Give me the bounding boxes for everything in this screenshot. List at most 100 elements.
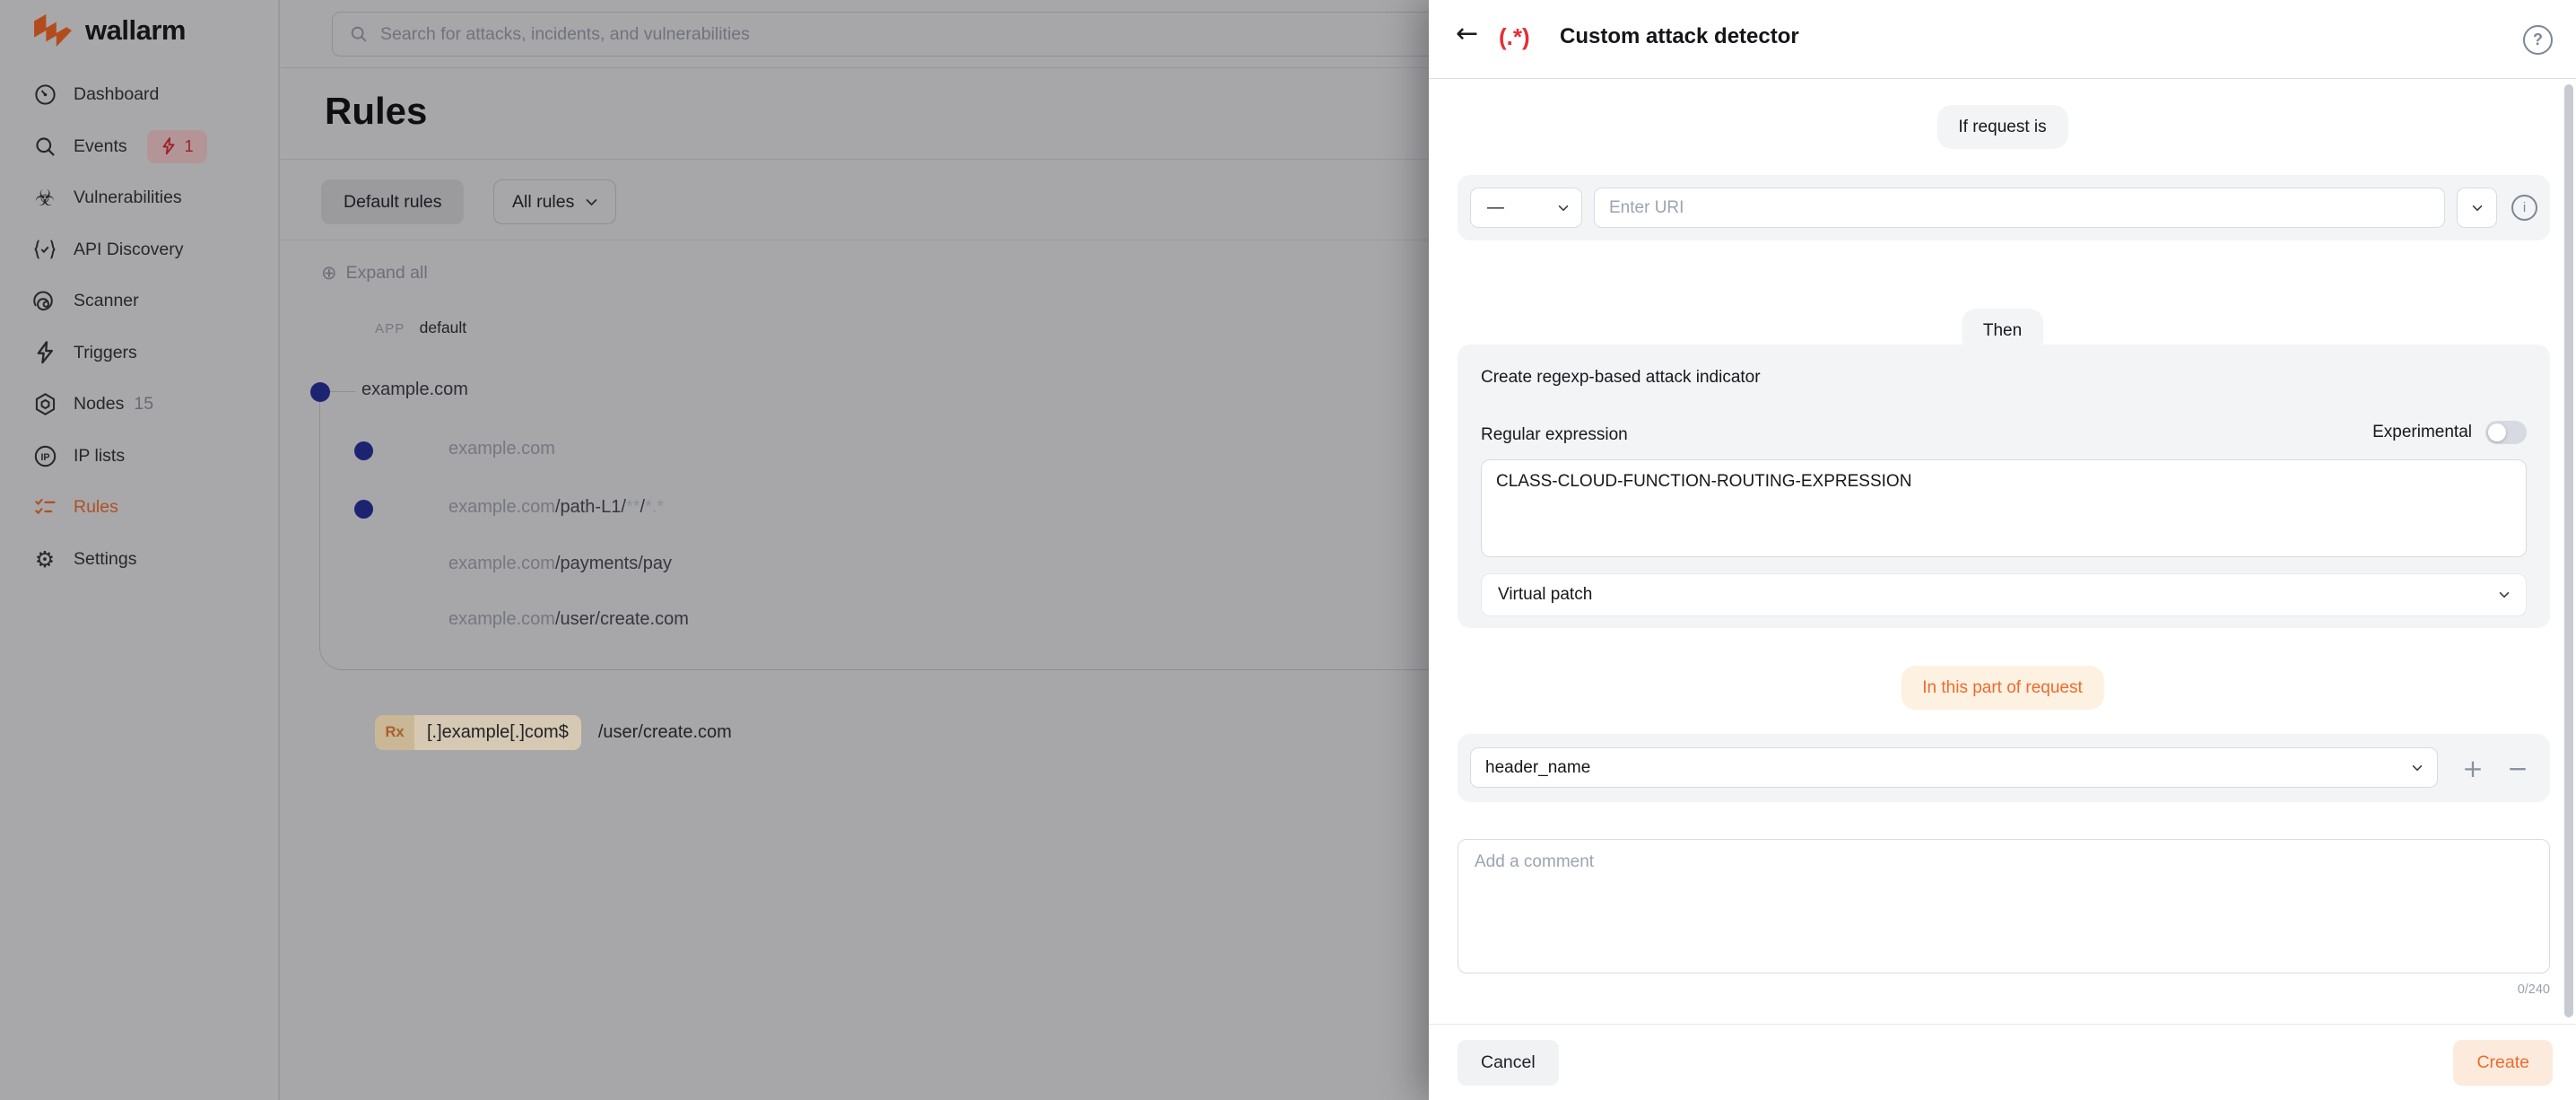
nodes-count: 15 [134, 394, 153, 415]
regex-pattern: [.]example[.]com$ [414, 715, 581, 750]
sidebar-item-vulnerabilities[interactable]: ☣ Vulnerabilities [0, 172, 278, 224]
sidebar-item-label: Rules [74, 497, 118, 518]
tree-segment: example.com [448, 439, 555, 458]
tree-segment: /user/create.com [555, 609, 689, 629]
uri-field[interactable] [1594, 188, 2445, 228]
chevron-down-icon [2412, 764, 2423, 772]
app-name: default [420, 319, 467, 337]
wallarm-app: wallarm Dashboard Events 1 ☣ [0, 0, 2576, 1100]
expand-all-label: Expand all [346, 263, 428, 284]
chevron-down-icon [1558, 205, 1569, 212]
comment-char-counter: 0/240 [2518, 982, 2550, 997]
if-request-is-pill: If request is [1936, 105, 2067, 149]
info-icon[interactable]: i [2511, 195, 2537, 221]
drawer-footer: Cancel Create [1429, 1024, 2576, 1100]
global-search[interactable] [332, 12, 1588, 57]
sidebar-item-label: Nodes [74, 394, 124, 415]
experimental-control: Experimental [2372, 421, 2527, 444]
ip-circle-icon: IP [30, 444, 59, 468]
chevron-down-icon [2499, 591, 2510, 598]
tree-segment: /payments/pay [555, 554, 672, 573]
sidebar-item-label: Vulnerabilities [74, 188, 182, 208]
app-tag: APP [375, 321, 405, 336]
sidebar: wallarm Dashboard Events 1 ☣ [0, 0, 280, 1100]
tree-row-child[interactable]: example.com [448, 439, 555, 459]
sidebar-item-scanner[interactable]: Scanner [0, 275, 278, 327]
regex-rule-row[interactable]: Rx [.]example[.]com$ /user/create.com [375, 715, 732, 750]
tree-row-child[interactable]: example.com/payments/pay [448, 554, 672, 574]
attack-indicator-section: Create regexp-based attack indicator Reg… [1458, 345, 2550, 628]
gear-icon: ⚙ [30, 548, 59, 571]
cancel-button[interactable]: Cancel [1458, 1040, 1559, 1086]
hexagon-node-icon [30, 392, 59, 416]
all-rules-label: All rules [512, 192, 574, 213]
braces-check-icon [30, 238, 59, 261]
sidebar-item-api-discovery[interactable]: API Discovery [0, 224, 278, 276]
help-icon[interactable]: ? [2523, 25, 2553, 55]
regex-rule-icon: (.*) [1499, 23, 1530, 51]
sidebar-item-label: API Discovery [74, 240, 183, 260]
back-arrow-icon[interactable]: ← [1456, 18, 1478, 49]
events-attack-badge: 1 [147, 130, 207, 163]
drawer-title: Custom attack detector [1560, 24, 1799, 49]
wallarm-logo-icon [32, 13, 74, 48]
experimental-toggle[interactable] [2485, 421, 2527, 444]
wallarm-logo-text: wallarm [85, 14, 186, 47]
tree-segment: ** [626, 497, 640, 517]
rx-badge: Rx [375, 715, 414, 750]
gauge-icon [30, 83, 59, 107]
sidebar-item-ip-lists[interactable]: IP IP lists [0, 431, 278, 483]
tree-row-child[interactable]: example.com/user/create.com [448, 609, 689, 630]
tree-node-dot [354, 500, 373, 519]
request-part-select[interactable]: header_name [1470, 747, 2438, 788]
sidebar-item-label: IP lists [74, 446, 125, 467]
sidebar-nav: Dashboard Events 1 ☣ Vulnerabilities [0, 69, 278, 585]
search-icon [349, 24, 369, 44]
request-part-value: header_name [1485, 758, 1590, 778]
indicator-heading: Create regexp-based attack indicator [1481, 368, 1761, 388]
app-row: APP default [375, 319, 466, 337]
regex-chip: Rx [.]example[.]com$ [375, 715, 581, 750]
sidebar-item-triggers[interactable]: Triggers [0, 327, 278, 380]
expand-all-button[interactable]: ⊕ Expand all [321, 262, 428, 284]
condition-operator-select[interactable]: — [1470, 188, 1582, 228]
tree-segment: *.* [645, 497, 664, 517]
search-input[interactable] [380, 24, 1571, 45]
wallarm-logo[interactable]: wallarm [32, 13, 186, 48]
chevron-down-icon [586, 198, 597, 206]
tab-default-rules[interactable]: Default rules [321, 179, 464, 224]
in-this-part-pill: In this part of request [1901, 666, 2104, 710]
regex-value-textarea[interactable]: CLASS-CLOUD-FUNCTION-ROUTING-EXPRESSION [1481, 459, 2527, 557]
condition-operator-value: — [1487, 198, 1504, 218]
all-rules-dropdown[interactable]: All rules [493, 179, 616, 224]
regex-rule-path: /user/create.com [598, 722, 732, 743]
add-request-part-button[interactable]: + [2453, 747, 2493, 789]
attack-type-select[interactable]: Virtual patch [1481, 573, 2527, 616]
tree-row-root[interactable]: example.com [361, 380, 468, 400]
tree-segment: example.com [448, 497, 555, 517]
create-button[interactable]: Create [2453, 1040, 2553, 1086]
biohazard-icon: ☣ [30, 187, 59, 209]
search-icon [30, 135, 59, 159]
sidebar-item-dashboard[interactable]: Dashboard [0, 69, 278, 121]
sidebar-item-label: Settings [74, 549, 136, 570]
sidebar-item-label: Scanner [74, 291, 139, 311]
remove-request-part-button[interactable]: − [2498, 747, 2537, 789]
sidebar-item-rules[interactable]: Rules [0, 482, 278, 534]
sidebar-item-events[interactable]: Events 1 [0, 121, 278, 173]
comment-textarea[interactable] [1458, 839, 2550, 973]
sidebar-item-settings[interactable]: ⚙ Settings [0, 534, 278, 586]
tree-row-child[interactable]: example.com/path-L1/**/*.* [448, 497, 664, 518]
condition-expand-button[interactable] [2457, 188, 2497, 228]
tree-connector [330, 391, 355, 392]
spiral-icon [30, 289, 59, 313]
drawer-scrollbar[interactable] [2564, 84, 2573, 1017]
tree-node-dot [310, 382, 330, 402]
chevron-down-icon [2472, 205, 2483, 212]
events-badge-count: 1 [185, 137, 194, 156]
tree-segment: example.com [361, 380, 468, 399]
request-condition-section: — i [1458, 175, 2550, 240]
tree-segment: example.com [448, 554, 555, 573]
sidebar-item-nodes[interactable]: Nodes 15 [0, 379, 278, 431]
uri-input[interactable] [1609, 198, 2430, 218]
